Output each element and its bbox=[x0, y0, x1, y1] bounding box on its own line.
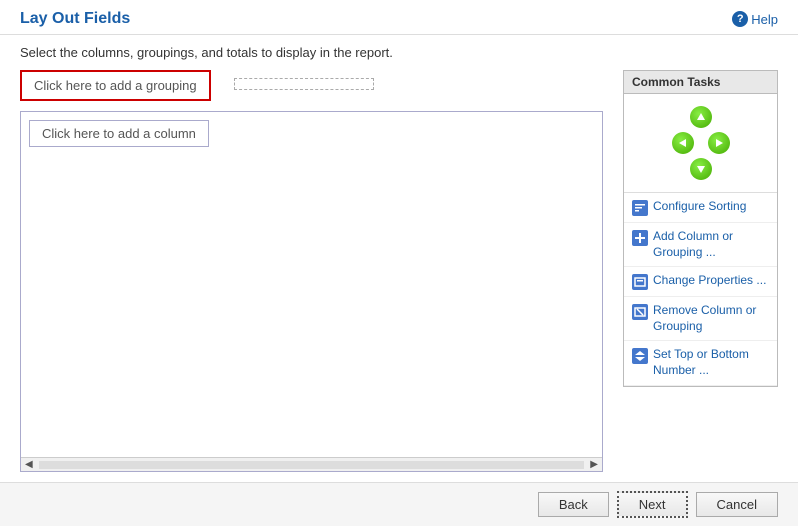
left-panel: Click here to add a grouping Click here … bbox=[20, 70, 603, 482]
subtitle: Select the columns, groupings, and total… bbox=[0, 35, 798, 70]
add-column-icon bbox=[632, 230, 648, 246]
task-set-top-bottom[interactable]: Set Top or BottomNumber ... bbox=[624, 341, 777, 385]
down-arrow-icon bbox=[690, 158, 712, 180]
set-top-bottom-label: Set Top or BottomNumber ... bbox=[653, 347, 749, 378]
task-add-column[interactable]: Add Column orGrouping ... bbox=[624, 223, 777, 267]
footer: Back Next Cancel bbox=[0, 482, 798, 526]
columns-area: Click here to add a column ◀ ▶ bbox=[20, 111, 603, 472]
topbottom-icon bbox=[632, 348, 648, 364]
left-arrow-icon bbox=[672, 132, 694, 154]
move-up-button[interactable] bbox=[688, 104, 714, 130]
help-icon: ? bbox=[732, 11, 748, 27]
move-left-button[interactable] bbox=[670, 130, 696, 156]
change-properties-label: Change Properties ... bbox=[653, 273, 766, 289]
right-arrow-icon bbox=[708, 132, 730, 154]
task-change-properties[interactable]: Change Properties ... bbox=[624, 267, 777, 297]
task-remove-column[interactable]: Remove Column orGrouping bbox=[624, 297, 777, 341]
arrow-bottom-row bbox=[688, 156, 714, 182]
grouping-area: Click here to add a grouping bbox=[20, 70, 603, 101]
scroll-left-arrow[interactable]: ◀ bbox=[23, 459, 35, 470]
back-button[interactable]: Back bbox=[538, 492, 609, 517]
column-placeholder[interactable]: Click here to add a column bbox=[29, 120, 209, 147]
common-tasks-header: Common Tasks bbox=[623, 70, 778, 93]
scroll-right-arrow[interactable]: ▶ bbox=[588, 459, 600, 470]
columns-scrollbar[interactable]: ◀ ▶ bbox=[21, 457, 602, 471]
arrow-middle-row bbox=[670, 130, 732, 156]
help-label: Help bbox=[751, 12, 778, 27]
sort-icon bbox=[632, 200, 648, 216]
move-down-button[interactable] bbox=[688, 156, 714, 182]
configure-sorting-label: Configure Sorting bbox=[653, 199, 746, 215]
scroll-track bbox=[39, 461, 585, 469]
cancel-button[interactable]: Cancel bbox=[696, 492, 778, 517]
next-button[interactable]: Next bbox=[617, 491, 688, 518]
remove-column-icon bbox=[632, 304, 648, 320]
right-panel: Common Tasks bbox=[623, 70, 778, 482]
page-title: Lay Out Fields bbox=[20, 10, 130, 28]
arrow-top-row bbox=[688, 104, 714, 130]
task-configure-sorting[interactable]: Configure Sorting bbox=[624, 193, 777, 223]
change-props-icon bbox=[632, 274, 648, 290]
header: Lay Out Fields ? Help bbox=[0, 0, 798, 35]
main-content: Click here to add a grouping Click here … bbox=[0, 70, 798, 482]
remove-column-label: Remove Column orGrouping bbox=[653, 303, 756, 334]
add-column-label: Add Column orGrouping ... bbox=[653, 229, 733, 260]
grouping-placeholder[interactable]: Click here to add a grouping bbox=[20, 70, 211, 101]
grouping-child-placeholder bbox=[234, 78, 374, 90]
help-link[interactable]: ? Help bbox=[732, 11, 778, 27]
arrow-navigation bbox=[624, 94, 777, 193]
page-container: Lay Out Fields ? Help Select the columns… bbox=[0, 0, 798, 526]
common-tasks-body: Configure Sorting Add Column orGrouping … bbox=[623, 93, 778, 387]
up-arrow-icon bbox=[690, 106, 712, 128]
columns-inner: Click here to add a column bbox=[21, 112, 602, 457]
move-right-button[interactable] bbox=[706, 130, 732, 156]
